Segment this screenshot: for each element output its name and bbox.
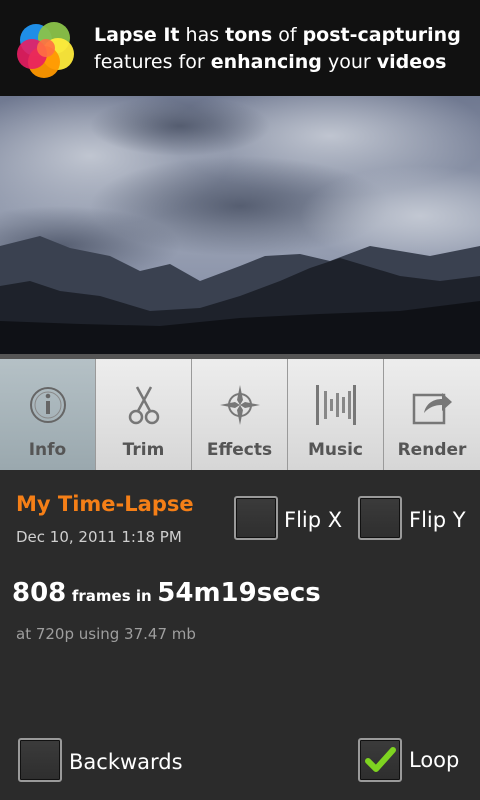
banner-text-run: your xyxy=(321,51,377,73)
scissors-icon xyxy=(128,386,159,425)
tab-effects-label: Effects xyxy=(206,440,273,460)
flip-y-checkbox[interactable] xyxy=(358,496,402,540)
info-panel: My Time-Lapse Dec 10, 2011 1:18 PM Flip … xyxy=(0,470,480,800)
loop-label: Loop xyxy=(409,748,460,772)
tab-info-label: Info xyxy=(28,440,67,460)
editor-toolbar: Info Trim Effects Music Render xyxy=(0,354,480,470)
video-preview[interactable] xyxy=(0,96,480,354)
banner-text-run: for xyxy=(172,51,211,73)
music-icon xyxy=(315,385,356,425)
tab-effects[interactable]: Effects xyxy=(192,359,288,470)
project-title[interactable]: My Time-Lapse xyxy=(16,492,194,516)
tab-music[interactable]: Music xyxy=(288,359,384,470)
lapse-it-logo xyxy=(17,22,74,78)
tab-music-label: Music xyxy=(307,440,364,460)
banner-text-run: enhancing xyxy=(210,51,322,73)
checkmark-icon xyxy=(365,747,396,772)
project-date: Dec 10, 2011 1:18 PM xyxy=(16,528,182,546)
banner-text-run: of xyxy=(272,24,303,46)
render-details: at 720p using 37.47 mb xyxy=(16,625,196,643)
mountain-landscape-image xyxy=(0,96,480,354)
banner-text-run: post-capturing xyxy=(302,24,461,46)
frames-in-text: frames in xyxy=(71,587,152,605)
promo-banner[interactable]: Lapse It has tons of post-capturing feat… xyxy=(0,0,480,96)
backwards-label: Backwards xyxy=(69,750,183,774)
tab-trim-label: Trim xyxy=(122,440,165,460)
loop-checkbox[interactable] xyxy=(358,738,402,782)
tab-render[interactable]: Render xyxy=(384,359,480,470)
frame-count: 808 xyxy=(12,578,67,608)
tab-render-label: Render xyxy=(397,440,467,460)
tab-trim[interactable]: Trim xyxy=(96,359,192,470)
banner-text-run: videos xyxy=(376,51,447,73)
banner-text-run: tons xyxy=(225,24,273,46)
share-icon xyxy=(412,393,452,425)
info-icon xyxy=(29,387,66,423)
duration: 54m19secs xyxy=(157,578,321,608)
flip-x-checkbox[interactable] xyxy=(234,496,278,540)
banner-text: Lapse It has tons of post-capturing feat… xyxy=(94,22,474,76)
flip-y-label: Flip Y xyxy=(409,508,466,532)
frames-summary: 808 frames in 54m19secs xyxy=(12,578,321,608)
backwards-checkbox[interactable] xyxy=(18,738,62,782)
tab-info[interactable]: Info xyxy=(0,359,96,470)
effects-icon xyxy=(219,385,260,425)
banner-text-run: features xyxy=(94,51,173,73)
flip-x-label: Flip X xyxy=(284,508,343,532)
banner-text-run: Lapse It xyxy=(94,24,180,46)
banner-text-run: has xyxy=(179,24,226,46)
